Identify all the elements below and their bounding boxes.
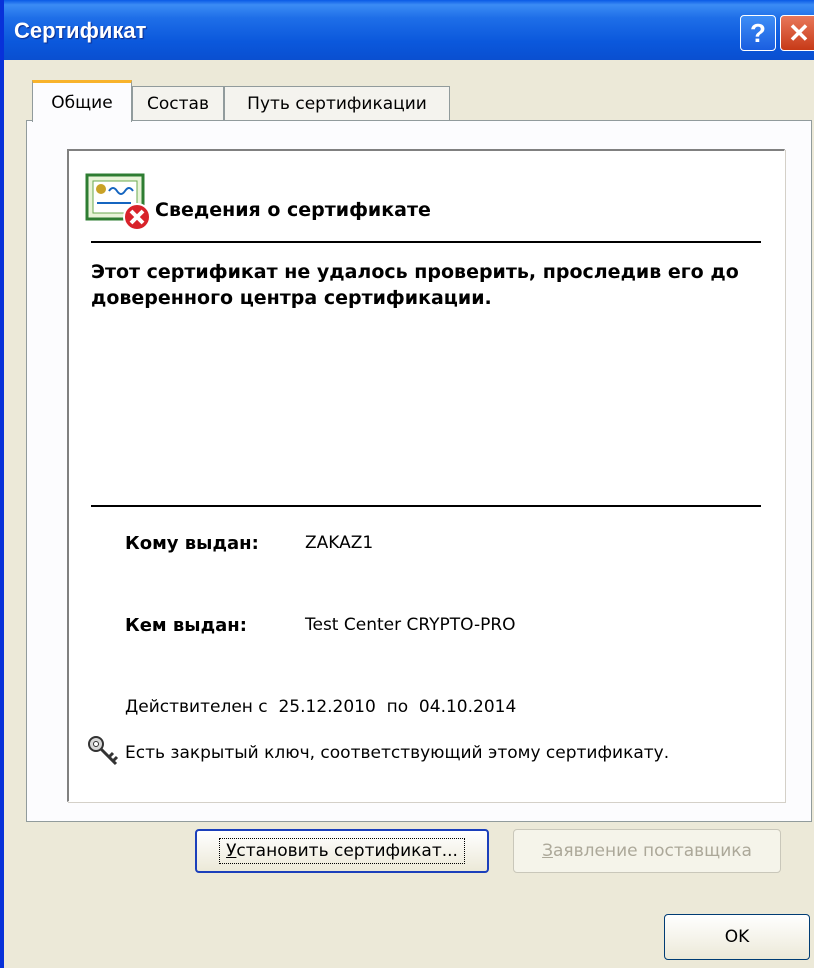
tab-certification-path[interactable]: Путь сертификации [224, 86, 450, 120]
panel-heading: Сведения о сертификате [155, 199, 431, 221]
verification-warning: Этот сертификат не удалось проверить, пр… [91, 261, 739, 309]
issued-to-value: ZAKAZ1 [305, 533, 374, 553]
divider-top [91, 241, 761, 243]
close-icon: ✕ [788, 17, 810, 48]
issued-by-label: Кем выдан: [125, 615, 247, 636]
private-key-note: Есть закрытый ключ, соответствующий этом… [125, 743, 670, 763]
issued-by-value: Test Center CRYPTO-PRO [305, 615, 516, 635]
tab-page-general: Сведения о сертификате Этот сертификат н… [26, 120, 812, 873]
close-button[interactable]: ✕ [780, 15, 814, 51]
key-icon [88, 736, 119, 766]
issuer-statement-button: Заявление поставщика [513, 829, 781, 873]
certificate-info-panel: Сведения о сертификате Этот сертификат н… [67, 149, 785, 802]
install-certificate-label: Установить сертификат... [219, 838, 465, 864]
install-certificate-button[interactable]: Установить сертификат... [195, 829, 489, 873]
tab-general[interactable]: Общие [32, 80, 132, 122]
certificate-error-icon [85, 173, 151, 231]
certificate-dialog: Сертификат ? ✕ Общие Состав Путь сертифи… [0, 0, 814, 968]
help-icon: ? [750, 17, 766, 48]
window-title: Сертификат [14, 18, 147, 43]
title-bar[interactable]: Сертификат ? ✕ [4, 0, 814, 60]
validity-period: Действителен с 25.12.2010 по 04.10.2014 [125, 697, 517, 717]
issued-to-label: Кому выдан: [125, 533, 259, 554]
ok-button[interactable]: OK [664, 914, 810, 960]
divider-bottom [91, 505, 761, 507]
tab-details[interactable]: Состав [132, 86, 224, 120]
help-button[interactable]: ? [740, 15, 776, 51]
